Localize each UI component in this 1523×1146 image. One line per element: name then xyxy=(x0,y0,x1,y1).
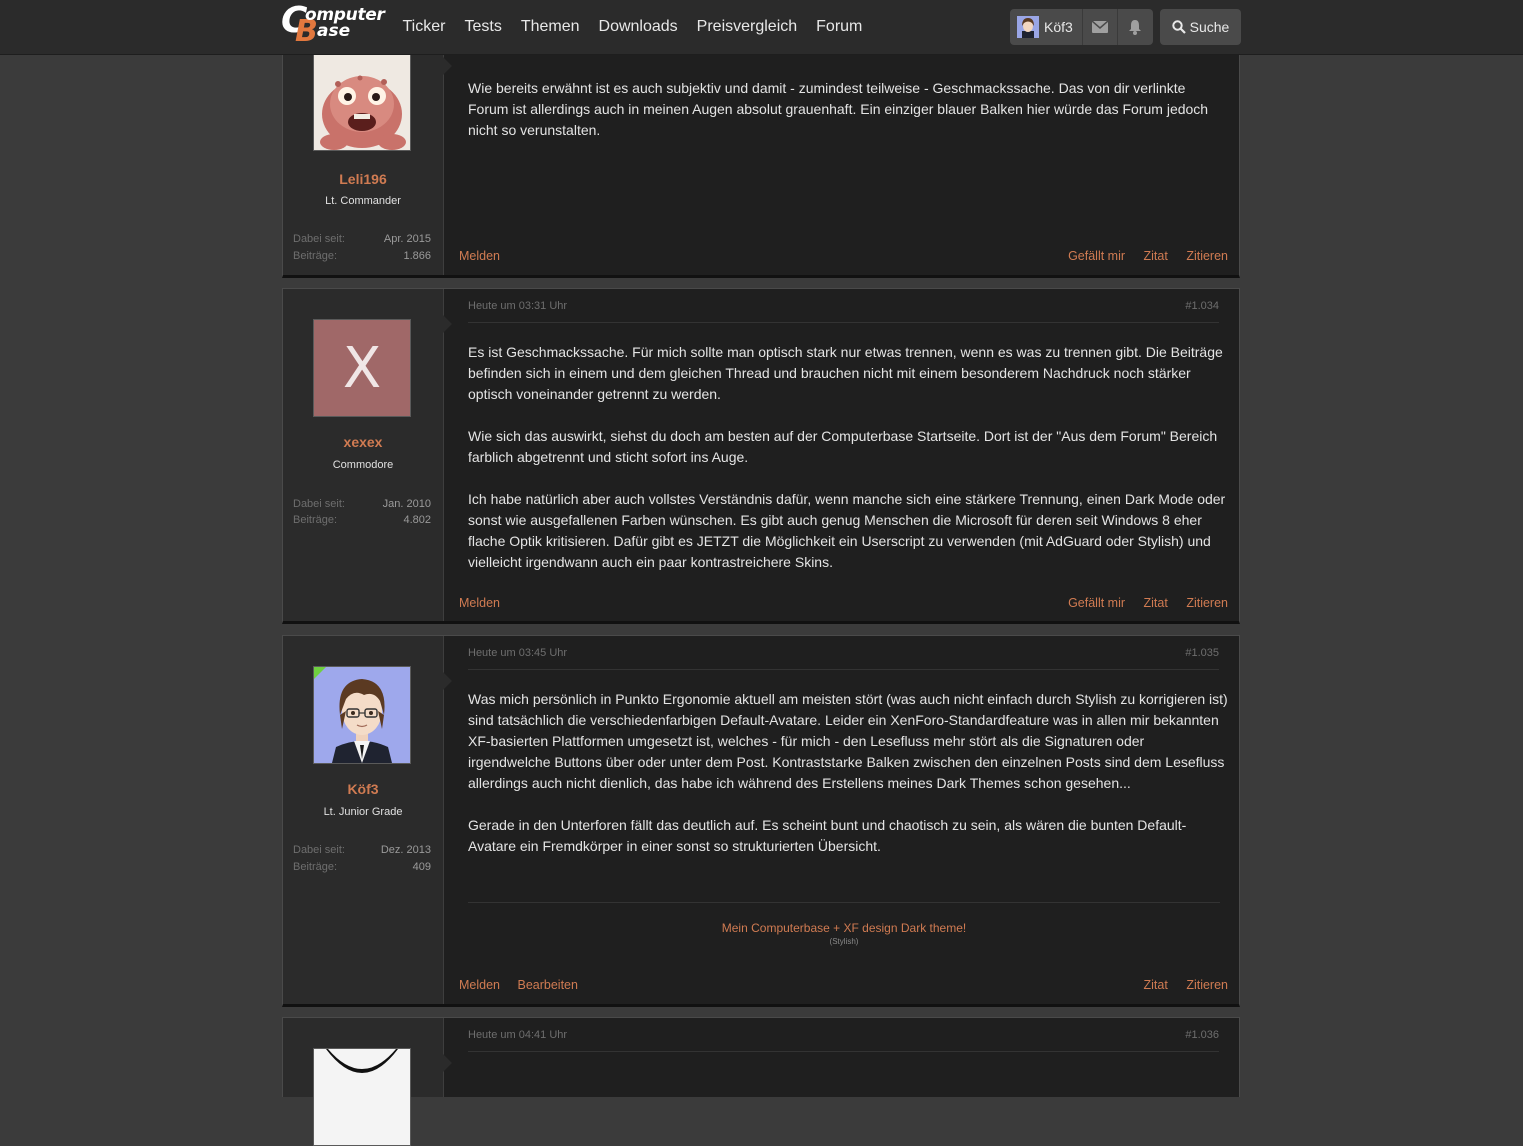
author-rank: Commodore xyxy=(332,459,394,471)
post-body: Was mich persönlich in Punkto Ergonomie … xyxy=(468,689,1228,878)
signature-divider xyxy=(468,902,1220,903)
author-avatar[interactable] xyxy=(313,1048,411,1146)
like-link[interactable]: Gefällt mir xyxy=(1068,249,1125,263)
post-timestamp[interactable]: Heute um 03:31 Uhr xyxy=(468,300,567,312)
post-paragraph: Wie sich das auswirkt, siehst du doch am… xyxy=(468,428,1218,465)
author-stat-joined: Dabei seit: Dez. 2013 xyxy=(293,844,431,856)
author-name[interactable]: Köf3 xyxy=(283,781,443,797)
forum-post: Heute um 04:41 Uhr #1.036 xyxy=(282,1017,1240,1146)
stat-value: Apr. 2015 xyxy=(383,233,431,245)
post-paragraph: Was mich persönlich in Punkto Ergonomie … xyxy=(468,691,1228,791)
search-button[interactable]: Suche xyxy=(1160,9,1241,45)
post-timestamp[interactable]: Heute um 03:45 Uhr xyxy=(468,647,567,659)
author-rank: Lt. Junior Grade xyxy=(323,806,403,818)
forum-post: Köf3 Lt. Junior Grade Dabei seit: Dez. 2… xyxy=(282,635,1240,1007)
post-paragraph: Es ist Geschmackssache. Für mich sollte … xyxy=(468,344,1223,402)
logo-text-line2: ase xyxy=(317,21,351,41)
main-nav: Ticker Tests Themen Downloads Preisvergl… xyxy=(393,0,872,54)
post-actions: Melden Gefällt mir Zitat Zitieren xyxy=(459,249,1228,267)
post-body: Wie bereits erwähnt ist es auch subjekti… xyxy=(468,78,1228,162)
post-meta: Heute um 03:31 Uhr #1.034 xyxy=(468,300,1219,323)
post-meta: Heute um 04:41 Uhr #1.036 xyxy=(468,1029,1219,1052)
stat-value: Dez. 2013 xyxy=(380,844,431,856)
author-avatar[interactable] xyxy=(313,53,411,151)
edit-link[interactable]: Bearbeiten xyxy=(517,978,577,992)
stat-value: 1.866 xyxy=(403,250,431,262)
computerbase-logo[interactable]: C B omputer ase xyxy=(281,3,385,49)
reply-quote-link[interactable]: Zitieren xyxy=(1186,596,1228,610)
user-menu: Köf3 xyxy=(1010,9,1153,45)
post-actions: Melden Gefällt mir Zitat Zitieren xyxy=(459,596,1228,614)
stat-label: Beiträge: xyxy=(293,250,338,262)
author-name[interactable]: xexex xyxy=(283,434,443,450)
user-avatar[interactable] xyxy=(1017,16,1039,38)
stat-label: Beiträge: xyxy=(293,861,338,873)
forum-post: Leli196 Lt. Commander Dabei seit: Apr. 2… xyxy=(282,30,1240,278)
report-link[interactable]: Melden xyxy=(459,249,500,263)
signature-link[interactable]: Mein Computerbase + XF design Dark theme… xyxy=(468,921,1220,935)
post-paragraph: Gerade in den Unterforen fällt das deutl… xyxy=(468,817,1187,854)
author-stat-posts: Beiträge: 1.866 xyxy=(293,250,431,262)
quote-link[interactable]: Zitat xyxy=(1144,249,1168,263)
post-author-sidebar: X xexex Commodore Dabei seit: Jan. 2010 … xyxy=(283,289,444,621)
stat-value: 409 xyxy=(412,861,431,873)
top-navigation-bar: C B omputer ase Ticker Tests Themen Down… xyxy=(0,0,1523,55)
bell-icon[interactable] xyxy=(1117,9,1152,45)
author-stat-posts: Beiträge: 409 xyxy=(293,861,431,873)
avatar-letter: X xyxy=(342,335,382,401)
nav-ticker[interactable]: Ticker xyxy=(393,0,455,54)
sidebar-arrow xyxy=(443,672,452,690)
post-author-sidebar: Köf3 Lt. Junior Grade Dabei seit: Dez. 2… xyxy=(283,636,444,1004)
author-stat-joined: Dabei seit: Apr. 2015 xyxy=(293,233,431,245)
author-stat-joined: Dabei seit: Jan. 2010 xyxy=(293,498,431,510)
stat-label: Dabei seit: xyxy=(293,844,345,856)
quote-link[interactable]: Zitat xyxy=(1144,596,1168,610)
nav-downloads[interactable]: Downloads xyxy=(589,0,687,54)
stat-label: Beiträge: xyxy=(293,514,338,526)
nav-themen[interactable]: Themen xyxy=(511,0,589,54)
post-number[interactable]: #1.035 xyxy=(1185,647,1219,659)
author-stat-posts: Beiträge: 4.802 xyxy=(293,514,431,526)
author-rank: Lt. Commander xyxy=(325,195,401,207)
post-meta: Heute um 03:45 Uhr #1.035 xyxy=(468,647,1219,670)
envelope-icon[interactable] xyxy=(1082,9,1117,45)
stat-label: Dabei seit: xyxy=(293,498,345,510)
nav-forum[interactable]: Forum xyxy=(807,0,872,54)
reply-quote-link[interactable]: Zitieren xyxy=(1186,249,1228,263)
search-label: Suche xyxy=(1189,19,1230,35)
user-name[interactable]: Köf3 xyxy=(1044,19,1082,35)
stat-label: Dabei seit: xyxy=(293,233,345,245)
post-actions: Melden Bearbeiten Zitat Zitieren xyxy=(459,978,1228,996)
search-icon xyxy=(1171,20,1186,34)
post-number[interactable]: #1.036 xyxy=(1185,1029,1219,1041)
forum-post: X xexex Commodore Dabei seit: Jan. 2010 … xyxy=(282,288,1240,624)
nav-tests[interactable]: Tests xyxy=(455,0,511,54)
stat-value: Jan. 2010 xyxy=(382,498,431,510)
post-paragraph: Ich habe natürlich aber auch vollstes Ve… xyxy=(468,491,1226,570)
author-avatar[interactable]: X xyxy=(313,319,411,417)
post-paragraph: Wie bereits erwähnt ist es auch subjekti… xyxy=(468,80,1209,138)
post-number[interactable]: #1.034 xyxy=(1185,300,1219,312)
nav-preisvergleich[interactable]: Preisvergleich xyxy=(687,0,806,54)
post-author-sidebar: Leli196 Lt. Commander Dabei seit: Apr. 2… xyxy=(283,31,444,275)
post-body: Es ist Geschmackssache. Für mich sollte … xyxy=(468,342,1228,594)
like-link[interactable]: Gefällt mir xyxy=(1068,596,1125,610)
sidebar-arrow xyxy=(443,1054,452,1072)
author-name[interactable]: Leli196 xyxy=(283,171,443,187)
report-link[interactable]: Melden xyxy=(459,978,500,992)
quote-link[interactable]: Zitat xyxy=(1144,978,1168,992)
report-link[interactable]: Melden xyxy=(459,596,500,610)
signature: Mein Computerbase + XF design Dark theme… xyxy=(468,921,1220,946)
author-avatar[interactable] xyxy=(313,666,411,764)
stat-value: 4.802 xyxy=(403,514,431,526)
signature-note: (Stylish) xyxy=(829,937,859,946)
post-timestamp[interactable]: Heute um 04:41 Uhr xyxy=(468,1029,567,1041)
post-author-sidebar xyxy=(283,1018,444,1146)
sidebar-arrow xyxy=(443,315,452,333)
sidebar-arrow xyxy=(443,57,452,75)
reply-quote-link[interactable]: Zitieren xyxy=(1186,978,1228,992)
